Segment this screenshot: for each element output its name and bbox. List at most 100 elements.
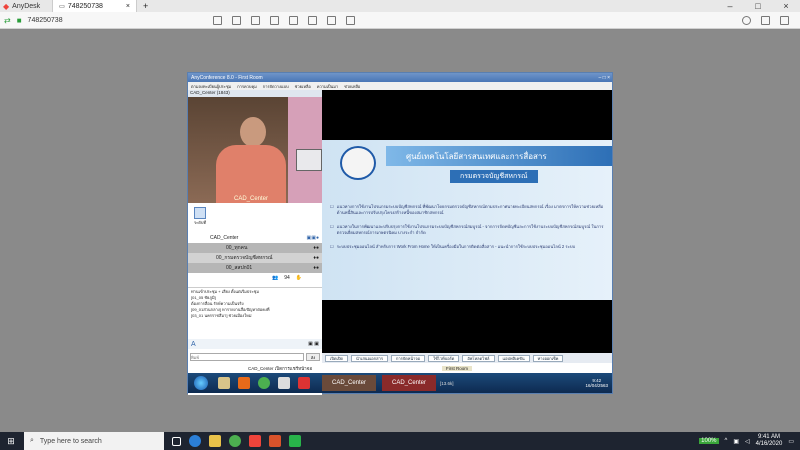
room-label: First Room xyxy=(442,366,473,371)
shield-icon[interactable] xyxy=(326,15,336,25)
anydesk-logo-icon: ◆ xyxy=(3,1,10,11)
menu-item[interactable]: การจัดวางแบบ xyxy=(263,83,289,90)
file-explorer-icon[interactable] xyxy=(209,435,221,447)
menu-item[interactable]: ช่วยเหลือ xyxy=(295,83,311,90)
history-icon[interactable] xyxy=(742,15,751,25)
shared-screen[interactable]: ศูนย์เทคโนโลยีสารสนเทศและการสื่อสาร กรมต… xyxy=(322,90,612,358)
chrome-icon[interactable] xyxy=(229,435,241,447)
menu-item[interactable]: ความเป็นมา xyxy=(317,83,338,90)
edge-icon[interactable] xyxy=(189,435,201,447)
presentation-slide: ศูนย์เทคโนโลยีสารสนเทศและการสื่อสาร กรมต… xyxy=(322,140,612,300)
checkbox-icon: ☐ xyxy=(330,244,334,249)
folder-icon[interactable] xyxy=(218,377,230,389)
hand-icon[interactable]: ✋ xyxy=(296,275,302,281)
maximize-button[interactable]: □ xyxy=(744,1,772,11)
search-placeholder: Type here to search xyxy=(39,437,102,445)
slide-subtitle: กรมตรวจบัญชีสหกรณ์ xyxy=(450,170,538,183)
star-icon[interactable] xyxy=(761,15,770,25)
menu-icon[interactable] xyxy=(780,15,789,25)
participant-icons: ▣▣● xyxy=(306,235,319,241)
lightning-icon[interactable] xyxy=(269,15,279,25)
menu-item[interactable]: ช่วยเหลือ xyxy=(344,83,360,90)
line-icon[interactable] xyxy=(289,435,301,447)
participant-row[interactable]: 00_สสปก01 ♦● xyxy=(188,263,322,273)
participant-row[interactable]: CAD_Center ▣▣● xyxy=(188,233,322,243)
video-feed[interactable]: CAD_Center xyxy=(188,97,322,203)
status-caption: CAD_Center เปิดการแชร์หน้าจอ xyxy=(248,366,313,371)
window-controls[interactable]: – □ × xyxy=(599,75,613,81)
bottom-tab[interactable]: ใช้ไวท์บอร์ด xyxy=(428,354,460,362)
bottom-tab[interactable]: การจัดหน้าจอ xyxy=(390,354,426,362)
at-icon[interactable] xyxy=(278,377,290,389)
input-icon[interactable] xyxy=(288,15,298,25)
edit-icon[interactable] xyxy=(250,15,260,25)
new-tab-button[interactable]: + xyxy=(143,1,148,11)
bottom-tab[interactable]: ทางออกเช็ค xyxy=(532,354,564,362)
app-icon[interactable] xyxy=(269,435,281,447)
participant-name: 00_สสปก01 xyxy=(226,265,253,271)
bullet-item: ☐ ระบบประชุมออนไลน์ สำหรับการ Work From H… xyxy=(330,244,576,249)
presenter-figure xyxy=(216,117,286,203)
volume-icon[interactable]: ◁ xyxy=(745,438,750,445)
bottom-tab[interactable]: เปิดเปิด xyxy=(325,354,349,362)
camera-title: CAD_Center (1843) xyxy=(190,90,230,95)
chat-tools: A ▣ ▣ xyxy=(188,339,322,349)
participant-icons: ♦● xyxy=(313,265,319,271)
remote-tab[interactable]: ▭ 748250738 × xyxy=(52,0,137,12)
search-box[interactable]: ⌕ Type here to search xyxy=(24,432,164,450)
screenshot-icon[interactable] xyxy=(307,15,317,25)
start-orb-icon[interactable] xyxy=(194,376,208,390)
task-size: [13.6k] xyxy=(440,380,454,386)
participant-name: 00_กรมตรวจบัญชีสหกรณ์ xyxy=(216,255,273,261)
bottom-tab[interactable]: อัพโหลดไฟล์ xyxy=(462,354,495,362)
participant-icons: ♦● xyxy=(313,245,319,251)
emoji-icon[interactable]: ▣ ▣ xyxy=(308,341,319,347)
tab-label: 748250738 xyxy=(67,2,103,10)
chrome-icon[interactable] xyxy=(258,377,270,389)
anydesk-icon[interactable] xyxy=(249,435,261,447)
clock-date[interactable]: 4/16/2020 xyxy=(756,441,783,448)
app-red-icon[interactable] xyxy=(298,377,310,389)
tab-close-icon[interactable]: × xyxy=(126,3,130,10)
battery-badge[interactable]: 100% xyxy=(699,438,719,444)
notification-icon[interactable]: ▭ xyxy=(788,438,794,445)
people-icon: 👥 xyxy=(272,275,279,281)
bottom-tab[interactable]: แอปพลิเคชัน xyxy=(497,354,530,362)
taskbar-item[interactable]: CAD_Center xyxy=(322,375,376,391)
anyconference-window: AnyConference 8.0 - First Room – □ × ตาม… xyxy=(187,72,613,395)
user-avatar-icon[interactable] xyxy=(194,207,206,219)
chat-input[interactable] xyxy=(190,353,304,361)
taskbar-item[interactable]: CAD_Center xyxy=(382,375,436,391)
windows-taskbar: ⊞ ⌕ Type here to search 100% ^ ▣ ◁ 9:41 … xyxy=(0,432,800,450)
participant-stats: 👥 94 ✋ xyxy=(188,273,322,283)
keyboard-icon[interactable] xyxy=(231,15,241,25)
display-icon[interactable] xyxy=(212,15,222,25)
close-button[interactable]: × xyxy=(772,1,800,11)
menu-item[interactable]: การควบคุม xyxy=(237,83,257,90)
participant-row[interactable]: 00_ทุกคน ♦● xyxy=(188,243,322,253)
network-icon[interactable]: ▣ xyxy=(733,438,739,445)
participant-row[interactable]: 00_กรมตรวจบัญชีสหกรณ์ ♦● xyxy=(188,253,322,263)
windows-start-icon[interactable]: ⊞ xyxy=(0,436,22,447)
media-icon[interactable] xyxy=(238,377,250,389)
conference-title: AnyConference 8.0 - First Room xyxy=(191,74,263,81)
send-button[interactable]: ส่ง xyxy=(306,353,320,361)
conference-bottom-tabs: เปิดเปิด นำเสนอเอกสาร การจัดหน้าจอ ใช้ไว… xyxy=(322,353,612,363)
remote-clock-date: 16/04/2563 xyxy=(585,383,608,388)
minimize-button[interactable]: – xyxy=(716,1,744,11)
search-icon: ⌕ xyxy=(30,437,34,444)
camera-caption: CAD_Center xyxy=(234,196,269,202)
conference-title-bar: AnyConference 8.0 - First Room – □ × xyxy=(188,73,612,82)
bottom-tab[interactable]: นำเสนอเอกสาร xyxy=(351,354,388,362)
task-view-icon[interactable] xyxy=(172,436,181,446)
chat-log: ท่านเข้าประชุม + เสียง ตั้งแต่เริ่มประชุ… xyxy=(188,287,322,335)
remote-windows-taskbar: CAD_Center CAD_Center [13.6k] 9:42 16/04… xyxy=(188,373,612,393)
clock-time[interactable]: 9:41 AM xyxy=(756,434,783,441)
slide-title-bar: ศูนย์เทคโนโลยีสารสนเทศและการสื่อสาร xyxy=(386,146,612,166)
file-transfer-icon[interactable] xyxy=(345,15,355,25)
tray-arrow-icon[interactable]: ^ xyxy=(725,438,728,444)
connection-icon: ⇄ xyxy=(4,15,11,25)
font-icon[interactable]: A xyxy=(191,341,196,348)
department-seal-icon xyxy=(340,146,376,180)
menu-item[interactable]: ตามลงทะเบียนผู้ประชุม xyxy=(191,83,231,90)
